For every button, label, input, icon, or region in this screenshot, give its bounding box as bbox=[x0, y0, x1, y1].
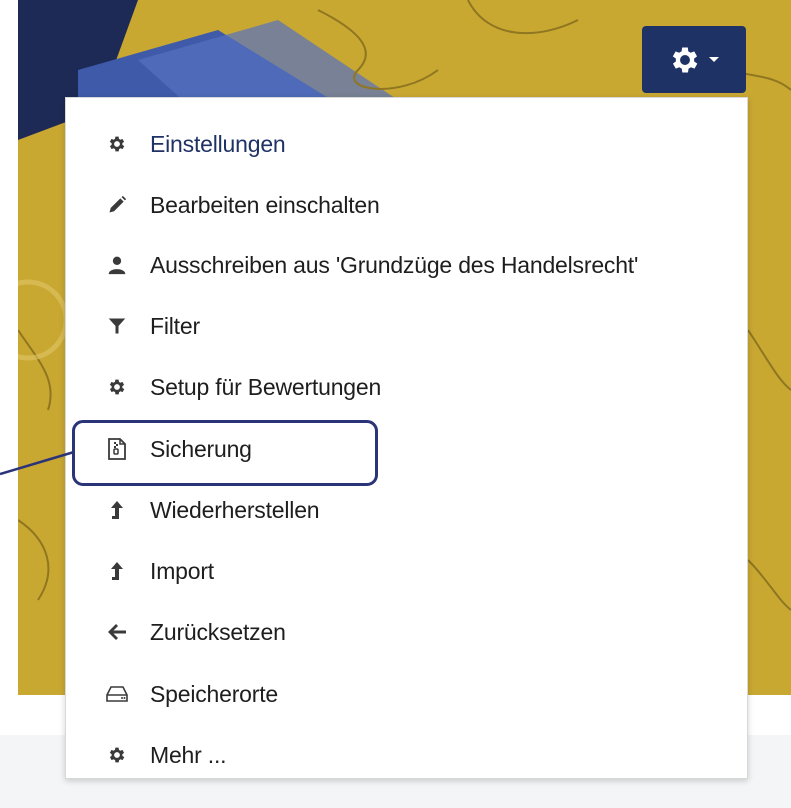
gear-icon bbox=[105, 132, 129, 156]
menu-item-label: Mehr ... bbox=[150, 741, 227, 768]
menu-item-speicherorte[interactable]: Speicherorte bbox=[66, 668, 747, 720]
gear-icon bbox=[105, 375, 129, 399]
menu-item-label: Zurücksetzen bbox=[150, 618, 286, 645]
file-archive-icon bbox=[105, 437, 129, 461]
menu-item-mehr[interactable]: Mehr ... bbox=[66, 729, 747, 781]
menu-item-label: Speicherorte bbox=[150, 680, 279, 707]
hdd-icon bbox=[105, 682, 129, 706]
gear-icon bbox=[105, 743, 129, 767]
course-settings-dropdown: Einstellungen Bearbeiten einschalten Aus… bbox=[65, 97, 748, 779]
arrow-left-icon bbox=[105, 620, 129, 644]
menu-item-label: Ausschreiben aus 'Grundzüge des Handelsr… bbox=[150, 251, 639, 278]
menu-item-label: Filter bbox=[150, 312, 200, 339]
menu-item-filter[interactable]: Filter bbox=[66, 300, 747, 352]
menu-item-sicherung[interactable]: Sicherung bbox=[66, 423, 747, 475]
pencil-icon bbox=[105, 193, 129, 217]
level-up-icon bbox=[105, 498, 129, 522]
settings-menu-button[interactable] bbox=[642, 26, 746, 93]
caret-down-icon bbox=[709, 56, 719, 62]
menu-item-label: Setup für Bewertungen bbox=[150, 373, 382, 400]
menu-item-setup-bewertungen[interactable]: Setup für Bewertungen bbox=[66, 361, 747, 413]
menu-item-label: Import bbox=[150, 557, 214, 584]
menu-item-wiederherstellen[interactable]: Wiederherstellen bbox=[66, 484, 747, 536]
menu-item-bearbeiten-einschalten[interactable]: Bearbeiten einschalten bbox=[66, 179, 747, 231]
menu-item-einstellungen[interactable]: Einstellungen bbox=[66, 118, 747, 170]
menu-item-ausschreiben[interactable]: Ausschreiben aus 'Grundzüge des Handelsr… bbox=[66, 239, 747, 291]
menu-item-label: Bearbeiten einschalten bbox=[150, 191, 380, 218]
menu-item-import[interactable]: Import bbox=[66, 545, 747, 597]
menu-item-label: Einstellungen bbox=[150, 130, 286, 157]
menu-item-zuruecksetzen[interactable]: Zurücksetzen bbox=[66, 606, 747, 658]
menu-item-label: Sicherung bbox=[150, 435, 252, 462]
filter-icon bbox=[105, 314, 129, 338]
user-icon bbox=[105, 253, 129, 277]
level-up-icon bbox=[105, 559, 129, 583]
menu-item-label: Wiederherstellen bbox=[150, 496, 320, 523]
gear-icon bbox=[672, 47, 698, 72]
